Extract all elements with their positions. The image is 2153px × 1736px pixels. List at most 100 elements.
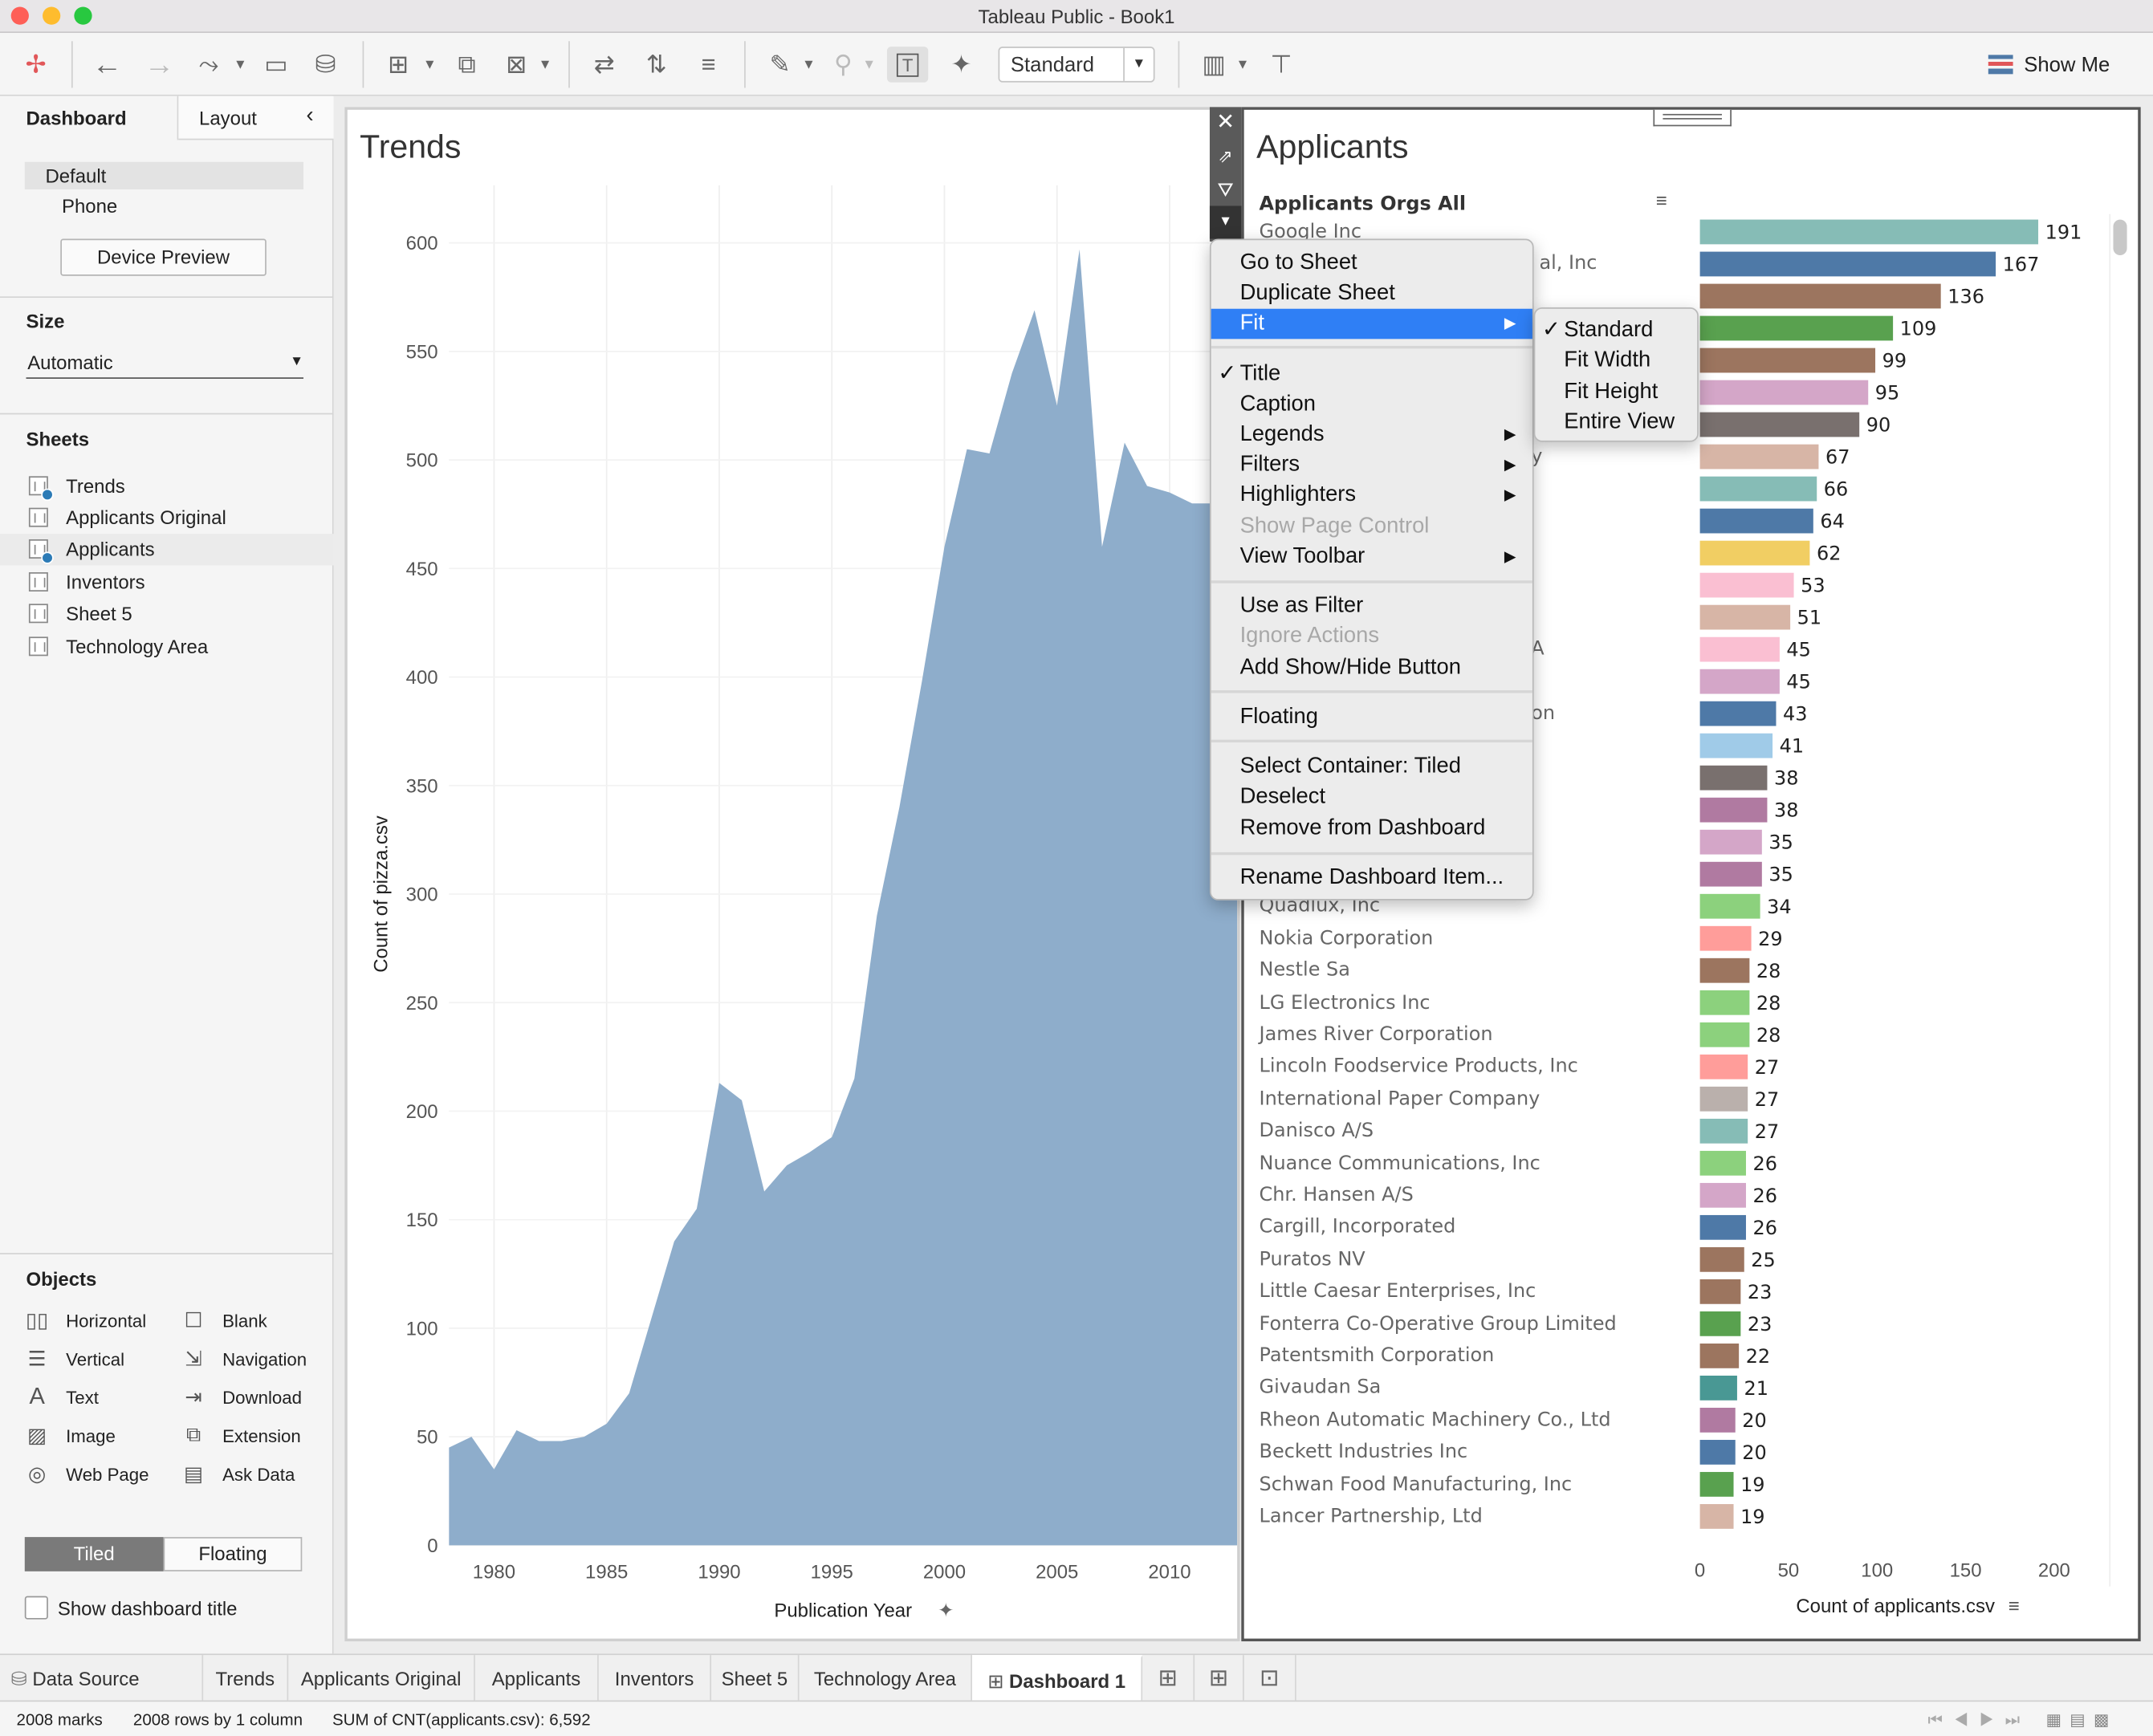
menu-legends[interactable]: Legends ▶ xyxy=(1211,420,1532,450)
tab-data-source[interactable]: ⛁ Data Source xyxy=(0,1655,204,1702)
fit-select[interactable]: Standard ▼ xyxy=(998,47,1155,83)
sort-descending-icon[interactable]: ≡ xyxy=(690,47,728,82)
tab-layout[interactable]: Layout ‹ xyxy=(178,96,334,140)
close-window-button[interactable] xyxy=(10,6,29,25)
swap-icon[interactable]: ⇄ xyxy=(585,47,624,82)
y-tick-label: 300 xyxy=(406,884,438,906)
object-navigation[interactable]: ⇲ Navigation xyxy=(181,1346,326,1373)
object-web-page[interactable]: ◎ Web Page xyxy=(25,1462,169,1489)
show-cards-dropdown-icon[interactable]: ▼ xyxy=(1233,47,1252,82)
bar xyxy=(1699,636,1780,662)
new-data-source-icon[interactable]: ⛁ xyxy=(307,47,343,82)
device-default[interactable]: Default xyxy=(24,161,304,189)
object-horizontal[interactable]: ▯▯ Horizontal xyxy=(25,1308,169,1336)
sort-icon[interactable]: ≡ xyxy=(1656,189,1667,211)
tab-trends[interactable]: Trends xyxy=(203,1655,289,1702)
new-dashboard-tab-icon[interactable]: ⊞ xyxy=(1195,1655,1244,1702)
submenu-entire-view[interactable]: Entire View xyxy=(1535,408,1697,438)
object-blank[interactable]: ☐ Blank xyxy=(181,1308,326,1336)
object-vertical[interactable]: ☰ Vertical xyxy=(25,1346,169,1373)
group-icon[interactable]: ⚲ xyxy=(824,47,862,82)
menu-use-as-filter[interactable]: Use as Filter xyxy=(1211,592,1532,622)
menu-title[interactable]: ✓ Title xyxy=(1211,360,1532,390)
menu-select-container[interactable]: Select Container: Tiled xyxy=(1211,752,1532,783)
sheet-item-applicants-original[interactable]: Applicants Original xyxy=(0,502,334,534)
remove-zone-icon[interactable]: ✕ xyxy=(1210,107,1241,140)
size-select[interactable]: Automatic ▼ xyxy=(26,348,303,379)
go-to-sheet-icon[interactable]: ⇗ xyxy=(1210,140,1241,173)
tab-technology-area[interactable]: Technology Area xyxy=(800,1655,973,1702)
submenu-fit-height[interactable]: Fit Height xyxy=(1535,377,1697,408)
new-worksheet-dropdown-icon[interactable]: ▼ xyxy=(420,47,439,82)
page-navigation-icons[interactable]: ⏮◀▶⏭ xyxy=(1928,1701,2031,1736)
tableau-logo-icon[interactable]: ✢ xyxy=(19,47,52,82)
group-dropdown-icon[interactable]: ▼ xyxy=(860,47,879,82)
new-worksheet-tab-icon[interactable]: ⊞ xyxy=(1142,1655,1195,1702)
presentation-mode-icon[interactable]: ⊤ xyxy=(1260,47,1301,82)
menu-floating[interactable]: Floating xyxy=(1211,702,1532,733)
applicants-bar-chart[interactable]: 191167 136 109 99 95 90 67 66 64 62 53 51 45 45 43 41 38… xyxy=(1691,205,2131,1660)
new-story-tab-icon[interactable]: ⊡ xyxy=(1244,1655,1296,1702)
device-phone[interactable]: Phone xyxy=(62,195,117,217)
pin-icon[interactable]: ✦ xyxy=(942,47,980,82)
object-text[interactable]: A Text xyxy=(25,1384,169,1412)
tab-inventors[interactable]: Inventors xyxy=(599,1655,712,1702)
collapse-panel-icon[interactable]: ‹ xyxy=(306,104,313,129)
tiled-toggle[interactable]: Tiled xyxy=(24,1537,164,1571)
new-worksheet-icon[interactable]: ⊞ xyxy=(379,47,417,82)
view-mode-icons[interactable]: ▦▤▩ xyxy=(2046,1701,2118,1736)
menu-fit[interactable]: Fit ▶ xyxy=(1211,308,1532,339)
sheet-item-inventors[interactable]: Inventors xyxy=(0,567,334,598)
duplicate-sheet-icon[interactable]: ⧉ xyxy=(448,47,486,82)
sort-ascending-icon[interactable]: ⇅ xyxy=(637,47,676,82)
device-preview-button[interactable]: Device Preview xyxy=(60,238,267,276)
menu-go-to-sheet[interactable]: Go to Sheet xyxy=(1211,248,1532,278)
undo-icon[interactable]: ← xyxy=(88,47,126,82)
save-icon[interactable]: ▭ xyxy=(258,47,294,82)
menu-rename-dashboard-item[interactable]: Rename Dashboard Item... xyxy=(1211,864,1532,894)
sheet-item-applicants[interactable]: Applicants xyxy=(0,534,334,566)
menu-add-show-hide-button[interactable]: Add Show/Hide Button xyxy=(1211,653,1532,684)
menu-caption[interactable]: Caption xyxy=(1211,390,1532,421)
clear-sheet-icon[interactable]: ⊠ xyxy=(497,47,535,82)
submenu-standard[interactable]: ✓ Standard xyxy=(1535,315,1697,346)
trends-area-chart[interactable]: 0 50 100 150 200 250 300 350 400 450 500 550 600 1980… xyxy=(348,110,1238,1639)
tab-applicants-original[interactable]: Applicants Original xyxy=(288,1655,475,1702)
tab-dashboard-1[interactable]: ⊞ Dashboard 1 xyxy=(972,1655,1143,1702)
redo-icon[interactable]: → xyxy=(140,47,178,82)
highlight-icon[interactable]: ✎ xyxy=(761,47,800,82)
filter-icon[interactable]: ⛛ xyxy=(1210,173,1241,205)
sheet-item-sheet-5[interactable]: Sheet 5 xyxy=(0,599,334,630)
menu-highlighters[interactable]: Highlighters ▶ xyxy=(1211,480,1532,510)
menu-filters[interactable]: Filters ▶ xyxy=(1211,450,1532,481)
object-download[interactable]: ⇥ Download xyxy=(181,1384,326,1412)
object-image[interactable]: ▨ Image xyxy=(25,1423,169,1450)
show-dashboard-title-checkbox[interactable]: Show dashboard title xyxy=(24,1595,313,1622)
replay-icon[interactable]: ⤳ xyxy=(189,47,228,82)
object-extension[interactable]: ⧉ Extension xyxy=(181,1423,326,1450)
show-me-button[interactable]: Show Me xyxy=(1988,47,2126,82)
menu-view-toolbar[interactable]: View Toolbar ▶ xyxy=(1211,542,1532,572)
clear-dropdown-icon[interactable]: ▼ xyxy=(535,47,555,82)
menu-deselect[interactable]: Deselect xyxy=(1211,783,1532,813)
menu-remove-from-dashboard[interactable]: Remove from Dashboard xyxy=(1211,814,1532,844)
show-cards-icon[interactable]: ▥ xyxy=(1195,47,1233,82)
labels-icon[interactable]: T xyxy=(886,47,929,83)
floating-toggle[interactable]: Floating xyxy=(163,1537,303,1571)
zoom-window-button[interactable] xyxy=(74,6,92,25)
submenu-fit-width[interactable]: Fit Width xyxy=(1535,346,1697,376)
menu-duplicate-sheet[interactable]: Duplicate Sheet xyxy=(1211,278,1532,309)
zone-drag-handle[interactable] xyxy=(1653,109,1732,127)
sheet-item-technology-area[interactable]: Technology Area xyxy=(0,632,334,663)
tab-dashboard[interactable]: Dashboard xyxy=(0,96,179,140)
object-ask-data[interactable]: ▤ Ask Data xyxy=(181,1462,326,1489)
minimize-window-button[interactable] xyxy=(43,6,61,25)
sort-icon[interactable]: ≡ xyxy=(2009,1595,2020,1616)
sheet-item-trends[interactable]: Trends xyxy=(0,470,334,502)
more-options-icon[interactable]: ▼ xyxy=(1209,205,1242,239)
tab-applicants[interactable]: Applicants xyxy=(475,1655,599,1702)
trends-zone[interactable]: Trends 0 50 100 150 200 250 300 350 400 450 500 550… xyxy=(344,107,1240,1642)
highlight-dropdown-icon[interactable]: ▼ xyxy=(800,47,819,82)
replay-dropdown-icon[interactable]: ▼ xyxy=(230,47,250,82)
tab-sheet-5[interactable]: Sheet 5 xyxy=(711,1655,800,1702)
